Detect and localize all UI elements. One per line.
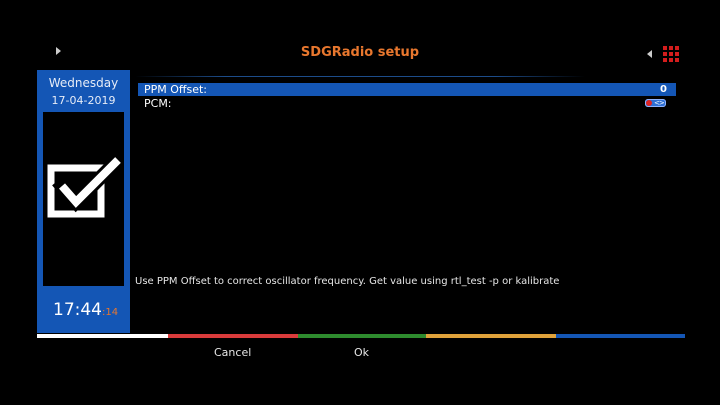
white-key-bar (37, 334, 168, 338)
setting-value: 0 (660, 84, 667, 95)
checkbox-checked-icon (47, 154, 122, 218)
clock-time: 17:44 (53, 300, 102, 320)
setting-label: PPM Offset: (144, 83, 208, 96)
setting-row-ppm-offset[interactable]: PPM Offset: 0 (138, 83, 676, 96)
grid-menu-icon[interactable] (663, 46, 679, 62)
red-key-bar (168, 334, 298, 338)
toggle-icon[interactable]: <> (645, 99, 666, 107)
setting-row-pcm[interactable]: PCM: <> (138, 97, 676, 110)
clock-seconds: :14 (102, 307, 119, 318)
header-divider (135, 76, 585, 77)
green-key-bar (298, 334, 426, 338)
yellow-key-bar (426, 334, 556, 338)
page-title: SDGRadio setup (300, 45, 420, 60)
cancel-button[interactable]: Cancel (214, 346, 251, 359)
help-text: Use PPM Offset to correct oscillator fre… (135, 276, 560, 287)
date-label: 17-04-2019 (51, 94, 116, 107)
weekday-label: Wednesday (48, 76, 119, 90)
setting-label: PCM: (144, 97, 172, 110)
ok-button[interactable]: Ok (354, 346, 369, 359)
blue-key-bar (556, 334, 685, 338)
triangle-left-icon[interactable] (647, 50, 652, 58)
